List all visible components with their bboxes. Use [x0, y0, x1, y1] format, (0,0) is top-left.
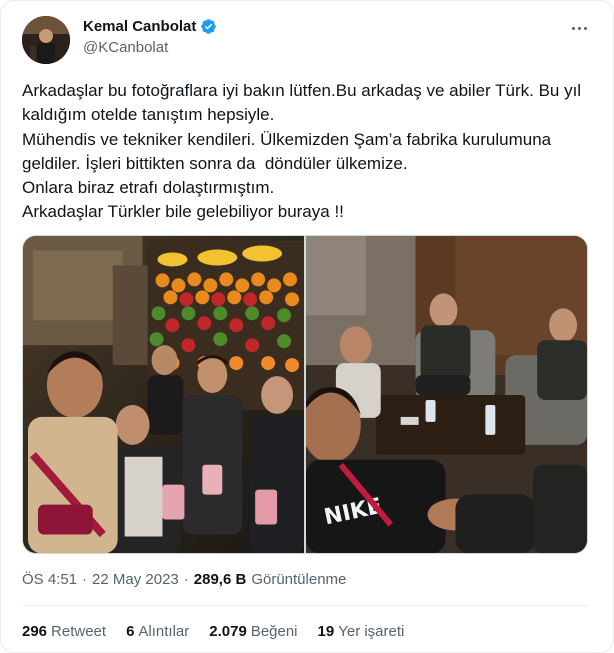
- tweet-media: NIKE: [22, 235, 588, 554]
- tweet-line: Arkadaşlar bu fotoğraflara iyi bakın lüt…: [22, 81, 586, 125]
- retweets-stat[interactable]: 296 Retweet: [22, 623, 106, 640]
- bookmarks-label: Yer işareti: [338, 623, 405, 640]
- retweets-label: Retweet: [51, 623, 107, 640]
- dot-icon: [571, 26, 575, 30]
- photo-fruit-stand-selfie[interactable]: [23, 236, 304, 553]
- avatar[interactable]: [22, 16, 70, 64]
- author-handle[interactable]: @KCanbolat: [83, 39, 168, 56]
- tweet-time[interactable]: ÖS 4:51: [22, 571, 77, 588]
- avatar-image: [22, 16, 70, 64]
- quotes-stat[interactable]: 6 Alıntılar: [126, 623, 189, 640]
- engagement-stats: 296 Retweet 6 Alıntılar 2.079 Beğeni 19 …: [22, 623, 404, 640]
- dot-icon: [583, 26, 587, 30]
- tweet-line: Arkadaşlar Türkler bile gelebiliyor bura…: [22, 202, 344, 222]
- verified-badge-icon: [201, 19, 217, 34]
- meta-separator: ·: [183, 571, 189, 588]
- more-options-button[interactable]: [567, 18, 591, 38]
- bookmarks-stat[interactable]: 19 Yer işareti: [318, 623, 405, 640]
- views-count: 289,6 B: [193, 571, 247, 588]
- views-label: Görüntülenme: [251, 571, 347, 588]
- dot-icon: [577, 26, 581, 30]
- tweet-line: Onlara biraz etrafı dolaştırmıştım.: [22, 178, 275, 198]
- tweet-line: Mühendis ve tekniker kendileri. Ülkemizd…: [22, 129, 556, 173]
- likes-label: Beğeni: [250, 623, 298, 640]
- tweet-card: Kemal Canbolat @KCanbolat Arkadaşlar bu …: [0, 0, 614, 653]
- quotes-count: 6: [126, 623, 135, 640]
- retweets-count: 296: [22, 623, 48, 640]
- tweet-meta: ÖS 4:51 · 22 May 2023 · 289,6 B Görüntül…: [22, 571, 346, 588]
- bookmarks-count: 19: [317, 623, 335, 640]
- divider: [22, 605, 588, 606]
- quotes-label: Alıntılar: [138, 623, 190, 640]
- likes-count: 2.079: [209, 623, 247, 640]
- tweet-text: Arkadaşlar bu fotoğraflara iyi bakın lüt…: [22, 79, 597, 225]
- author-display-name[interactable]: Kemal Canbolat: [83, 18, 196, 35]
- tweet-date[interactable]: 22 May 2023: [92, 571, 179, 588]
- likes-stat[interactable]: 2.079 Beğeni: [209, 623, 297, 640]
- meta-separator: ·: [82, 571, 88, 588]
- photo-hotel-lounge-selfie[interactable]: NIKE: [306, 236, 587, 553]
